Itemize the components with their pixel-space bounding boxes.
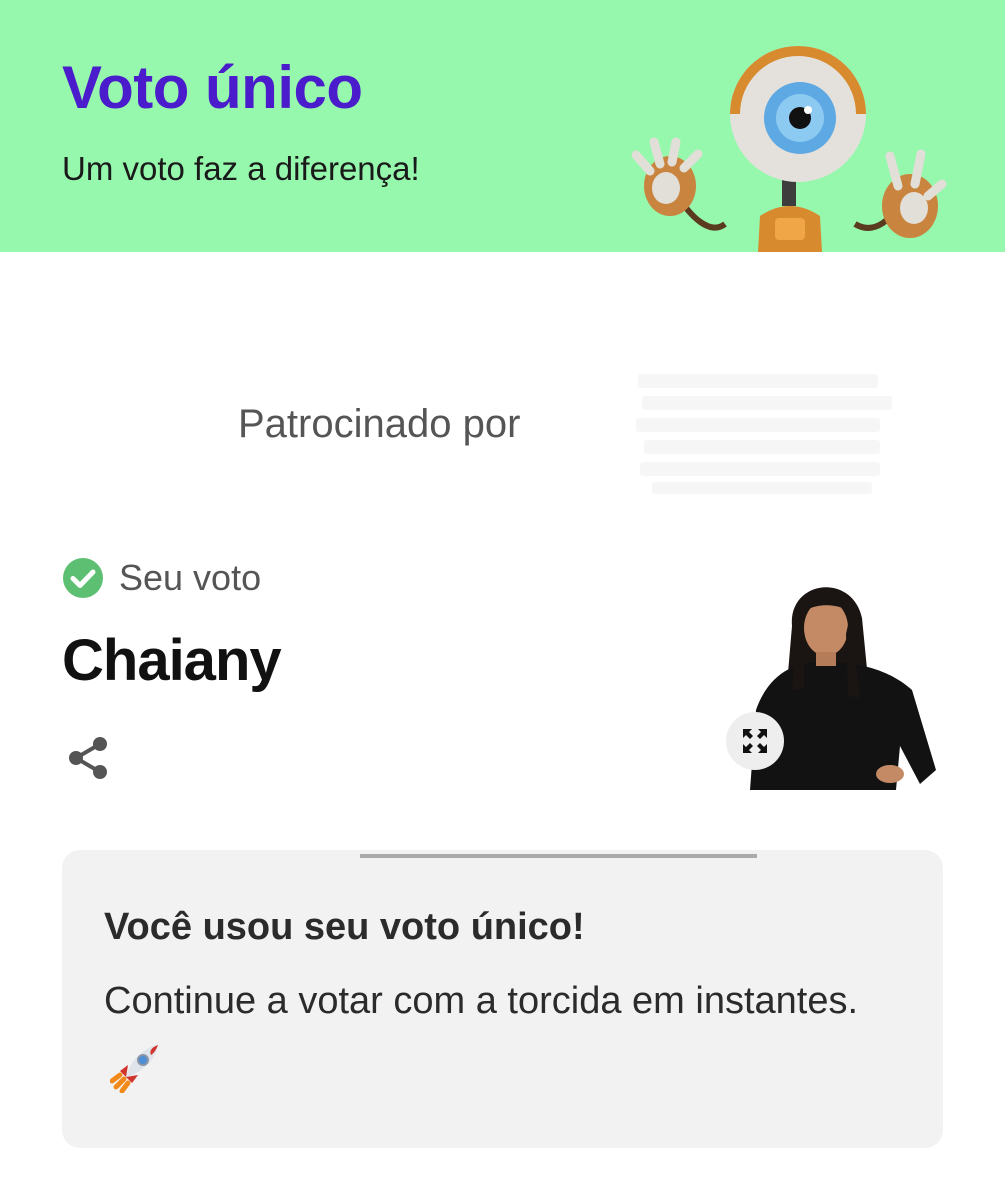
expand-icon xyxy=(743,729,767,753)
card-handle xyxy=(360,854,757,858)
sponsor-label: Patrocinado por xyxy=(238,402,521,446)
page-subtitle: Um voto faz a diferença! xyxy=(62,150,420,187)
info-card: Você usou seu voto único! Continue a vot… xyxy=(62,850,943,1148)
expand-photo-button[interactable] xyxy=(726,712,784,770)
share-button[interactable] xyxy=(62,730,114,786)
header-banner: Voto único Um voto faz a diferença! xyxy=(0,0,1005,252)
rocket-icon xyxy=(110,1045,158,1093)
share-icon xyxy=(69,737,107,779)
info-card-message: Continue a votar com a torcida em instan… xyxy=(104,980,859,1022)
big-brother-eye-mascot-icon xyxy=(631,46,947,252)
candidate-name: Chaiany xyxy=(62,628,282,693)
page-title: Voto único xyxy=(62,54,363,121)
check-circle-icon xyxy=(63,558,103,598)
vote-status-label: Seu voto xyxy=(119,557,262,598)
sponsor-logo xyxy=(636,374,892,494)
info-card-message-wrapper: Continue a votar com a torcida em instan… xyxy=(104,964,884,1112)
info-card-title: Você usou seu voto único! xyxy=(104,906,585,948)
page: Voto único Um voto faz a diferença! Patr… xyxy=(0,0,1005,1200)
